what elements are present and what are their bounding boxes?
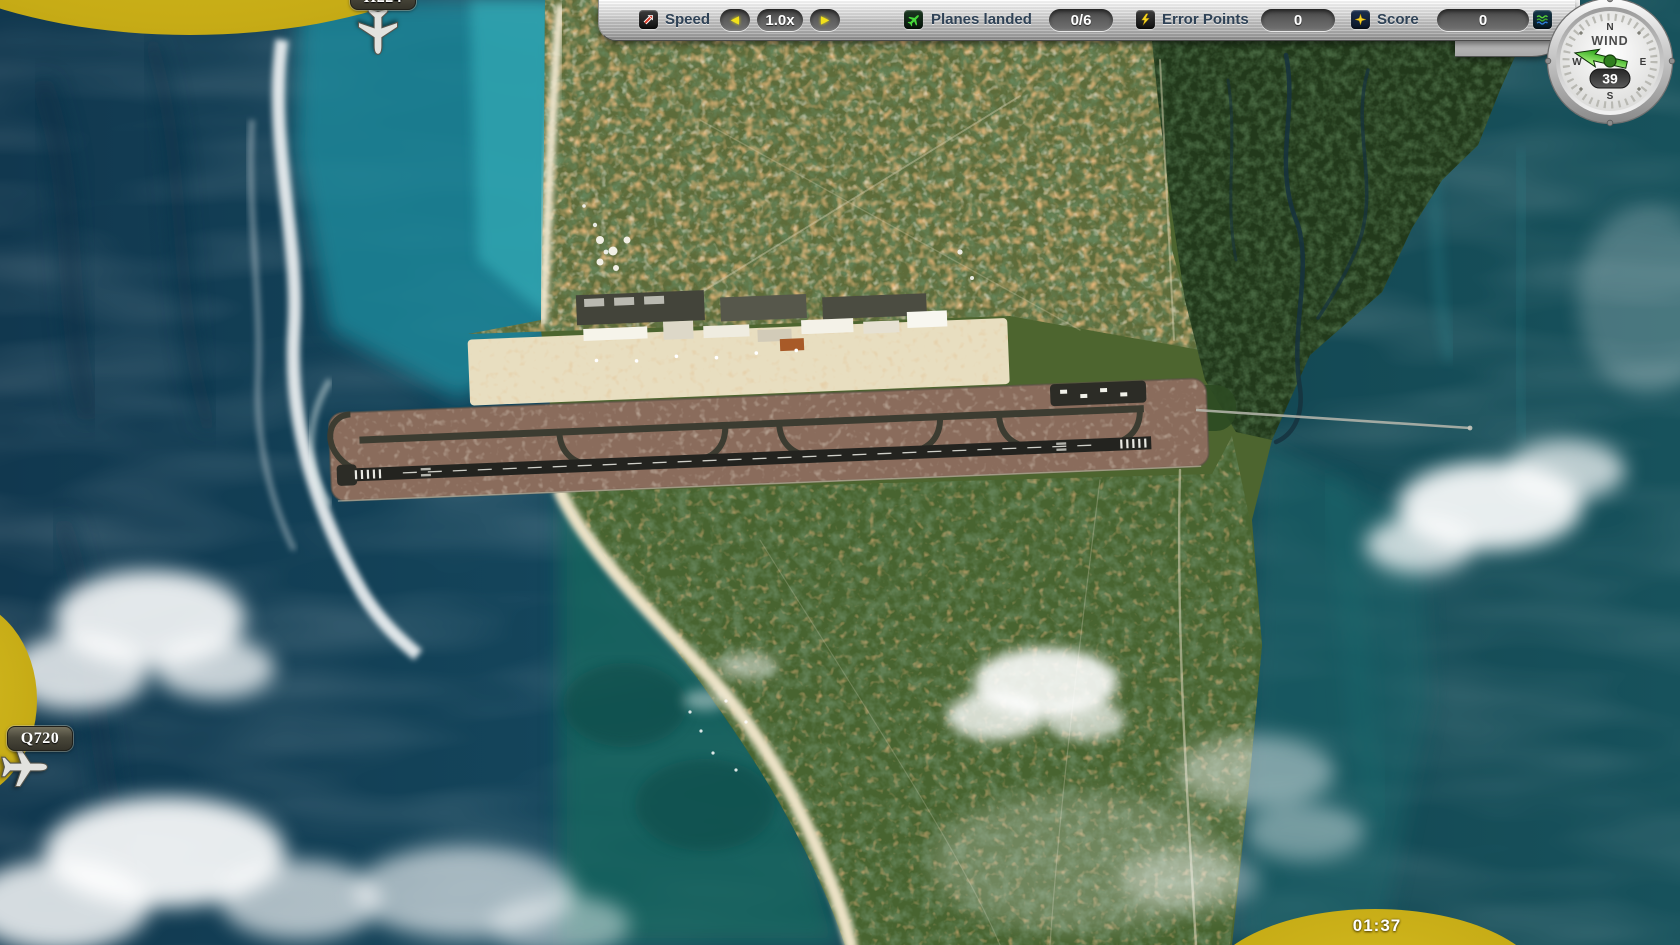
game-stage: H224 Q720 Speed ◀ 1.0x ▶ Planes lande — [0, 0, 1680, 945]
star-icon — [1351, 10, 1370, 29]
speed-decrease-button[interactable]: ◀ — [720, 9, 750, 31]
aircraft-q720[interactable] — [0, 745, 49, 789]
lightning-icon — [1136, 10, 1155, 29]
aircraft-h224[interactable] — [356, 6, 400, 56]
speed-increase-button[interactable]: ▶ — [810, 9, 840, 31]
wind-speed-value: 39 — [1602, 71, 1618, 87]
planes-landed-value: 0/6 — [1049, 9, 1113, 31]
flight-callsign: Q720 — [20, 729, 60, 747]
airplane-icon — [1, 746, 48, 788]
speed-label: Speed — [665, 11, 711, 28]
needle-pivot — [1603, 54, 1617, 68]
score-label: Score — [1377, 11, 1419, 28]
plane-icon — [904, 10, 923, 29]
error-points-label: Error Points — [1162, 11, 1249, 28]
wind-gauge: N E S W WIND 39 — [1544, 0, 1676, 132]
speed-value: 1.0x — [757, 9, 803, 31]
airplane-icon — [357, 8, 399, 55]
flight-callsign: H224 — [364, 0, 402, 7]
flight-label-q720: Q720 — [7, 726, 73, 751]
countdown-timer: 01:37 — [1352, 916, 1402, 935]
svg-text:E: E — [1640, 57, 1647, 68]
svg-text:N: N — [1606, 22, 1613, 33]
flight-label-h224: H224 — [350, 0, 416, 10]
speed-arrow-icon — [639, 10, 658, 29]
svg-text:S: S — [1607, 91, 1614, 102]
score-value: 0 — [1437, 9, 1529, 31]
svg-text:W: W — [1572, 57, 1582, 68]
hud-toolbar: Speed ◀ 1.0x ▶ Planes landed 0/6 Error P… — [598, 0, 1575, 41]
wind-title: WIND — [1591, 34, 1628, 48]
satellite-map[interactable] — [0, 0, 1680, 945]
planes-landed-label: Planes landed — [931, 11, 1032, 28]
error-points-value: 0 — [1261, 9, 1335, 31]
